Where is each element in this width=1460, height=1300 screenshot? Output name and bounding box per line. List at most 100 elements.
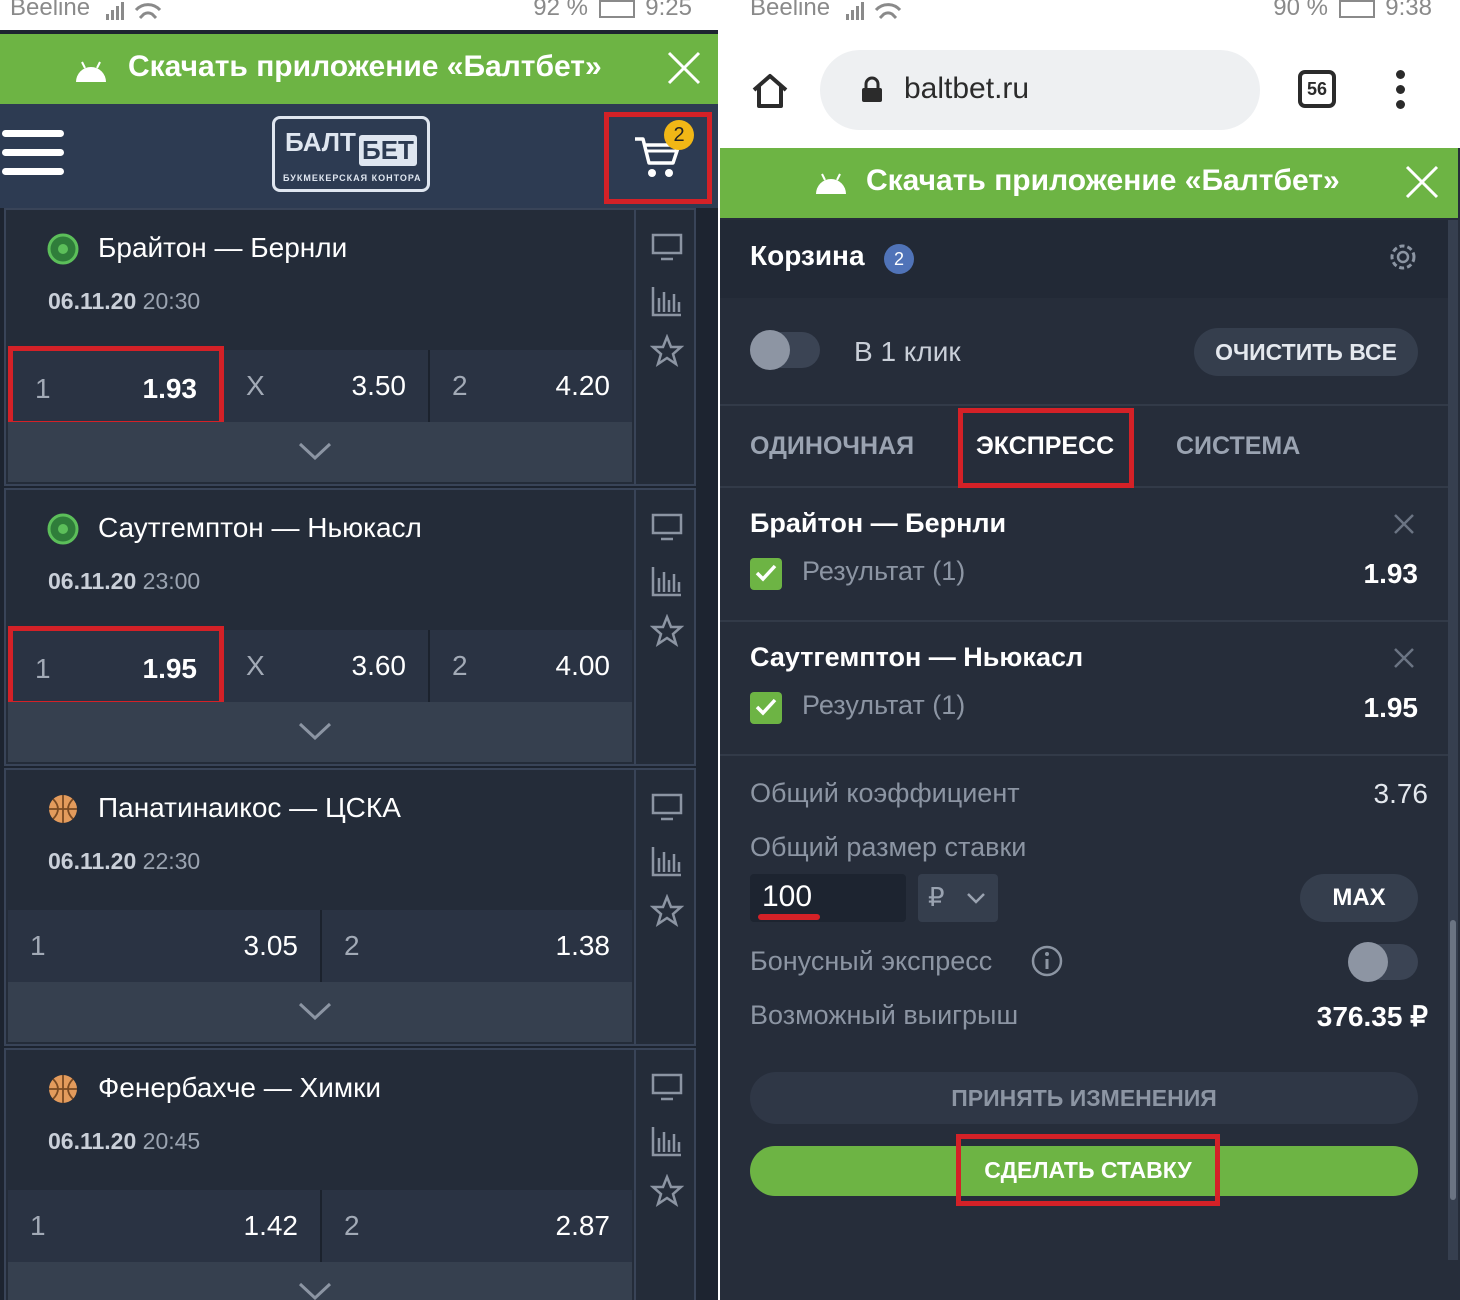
close-icon[interactable] bbox=[1404, 164, 1440, 200]
cart-header: Корзина 2 bbox=[720, 220, 1450, 298]
accept-changes-button[interactable]: ПРИНЯТЬ ИЗМЕНЕНИЯ bbox=[750, 1072, 1418, 1124]
star-icon[interactable] bbox=[650, 614, 684, 648]
tv-icon[interactable] bbox=[650, 230, 684, 264]
stake-label: Общий размер ставки bbox=[750, 832, 1027, 862]
expand-markets-button[interactable] bbox=[8, 982, 632, 1042]
chevron-down-icon bbox=[298, 1002, 332, 1020]
battery-level: 90 % bbox=[1273, 0, 1328, 21]
tab-system[interactable]: СИСТЕМА bbox=[1176, 432, 1300, 461]
download-app-banner[interactable]: Скачать приложение «Балтбет» bbox=[0, 34, 718, 104]
chevron-down-icon bbox=[967, 893, 985, 904]
odd-button-win2[interactable]: 2 4.20 bbox=[428, 350, 632, 422]
match-card[interactable]: Фенербахче — Химки 06.11.20 20:45 1 1.42 … bbox=[4, 1048, 696, 1300]
basketball-icon bbox=[49, 1075, 77, 1103]
bet-checkbox[interactable] bbox=[750, 558, 782, 590]
match-datetime: 06.11.20 20:30 bbox=[48, 288, 201, 314]
carrier-name: Beeline bbox=[750, 0, 831, 21]
expand-markets-button[interactable] bbox=[8, 702, 632, 762]
close-icon[interactable] bbox=[666, 50, 702, 86]
star-icon[interactable] bbox=[650, 1174, 684, 1208]
odd-button-draw[interactable]: X 3.60 bbox=[224, 630, 428, 702]
star-icon[interactable] bbox=[650, 894, 684, 928]
baltbet-logo[interactable]: БАЛТ БЕТ БУКМЕКЕРСКАЯ КОНТОРА bbox=[272, 116, 430, 192]
bet-slip-item: Саутгемптон — Ньюкасл Результат (1) 1.95 bbox=[720, 624, 1450, 756]
odds-row: 1 1.42 2 2.87 bbox=[8, 1190, 632, 1262]
odd-button-win1[interactable]: 1 1.42 bbox=[8, 1190, 320, 1262]
clock: 9:25 bbox=[645, 0, 692, 21]
match-card[interactable]: Брайтон — Бернли 06.11.20 20:30 1 1.93 X3… bbox=[4, 208, 696, 486]
tab-switcher-icon[interactable]: 56 bbox=[1298, 70, 1336, 108]
statistics-icon[interactable] bbox=[650, 1124, 684, 1158]
bet-checkbox[interactable] bbox=[750, 692, 782, 724]
basketball-icon bbox=[49, 795, 77, 823]
max-stake-button[interactable]: MAX bbox=[1300, 874, 1418, 922]
currency-select[interactable]: ₽ bbox=[918, 874, 998, 922]
bet-match: Брайтон — Бернли bbox=[750, 508, 1007, 538]
star-icon[interactable] bbox=[650, 334, 684, 368]
odd-button-win2[interactable]: 2 4.00 bbox=[428, 630, 632, 702]
bet-match: Саутгемптон — Ньюкасл bbox=[750, 642, 1084, 672]
battery-icon bbox=[1338, 0, 1375, 18]
bonus-express-label: Бонусный экспресс bbox=[750, 946, 993, 976]
cart-button[interactable] bbox=[604, 112, 712, 204]
expand-markets-button[interactable] bbox=[8, 1262, 632, 1300]
match-datetime: 06.11.20 23:00 bbox=[48, 568, 201, 594]
odd-button-win1[interactable]: 1 3.05 bbox=[8, 910, 320, 982]
battery-icon bbox=[598, 0, 635, 18]
match-datetime: 06.11.20 22:30 bbox=[48, 848, 201, 874]
cart-count-badge: 2 bbox=[664, 120, 694, 150]
odd-button-win1-selected[interactable]: 1 1.93 bbox=[8, 346, 224, 426]
odd-button-win2[interactable]: 2 1.38 bbox=[320, 910, 632, 982]
match-title[interactable]: Саутгемптон — Ньюкасл bbox=[98, 512, 422, 544]
remove-bet-icon[interactable] bbox=[1392, 646, 1416, 670]
possible-win-label: Возможный выигрыш bbox=[750, 1000, 1019, 1030]
tv-icon[interactable] bbox=[650, 510, 684, 544]
possible-win-value: 376.35 ₽ bbox=[1316, 1001, 1428, 1032]
football-icon bbox=[47, 233, 79, 265]
odds-row: 1 1.93 X 3.50 2 4.20 bbox=[8, 346, 632, 426]
match-actions bbox=[634, 490, 696, 764]
tv-icon[interactable] bbox=[650, 790, 684, 824]
tv-icon[interactable] bbox=[650, 1070, 684, 1104]
statistics-icon[interactable] bbox=[650, 844, 684, 878]
match-title[interactable]: Фенербахче — Химки bbox=[98, 1072, 381, 1104]
download-app-banner[interactable]: Скачать приложение «Балтбет» bbox=[720, 148, 1458, 218]
match-title[interactable]: Брайтон — Бернли bbox=[98, 232, 347, 264]
scrollbar[interactable] bbox=[1448, 220, 1458, 1260]
one-click-label: В 1 клик bbox=[854, 336, 961, 367]
match-card[interactable]: Панатинаикос — ЦСКА 06.11.20 22:30 1 3.05… bbox=[4, 768, 696, 1046]
expand-markets-button[interactable] bbox=[8, 422, 632, 482]
odd-button-draw[interactable]: X 3.50 bbox=[224, 350, 428, 422]
match-card[interactable]: Саутгемптон — Ньюкасл 06.11.20 23:00 1 1.… bbox=[4, 488, 696, 766]
gear-icon[interactable] bbox=[1386, 240, 1420, 274]
odds-row: 1 3.05 2 1.38 bbox=[8, 910, 632, 982]
home-icon[interactable] bbox=[750, 72, 790, 110]
menu-icon[interactable] bbox=[2, 130, 64, 178]
address-bar[interactable]: baltbet.ru bbox=[820, 50, 1260, 130]
bet-odd: 1.95 bbox=[1363, 692, 1419, 723]
stake-input[interactable]: 100 bbox=[750, 874, 906, 922]
tab-single[interactable]: ОДИНОЧНАЯ bbox=[750, 432, 914, 461]
logo-tagline: БУКМЕКЕРСКАЯ КОНТОРА bbox=[283, 173, 422, 183]
odd-button-win2[interactable]: 2 2.87 bbox=[320, 1190, 632, 1262]
info-icon[interactable] bbox=[1030, 944, 1064, 978]
chevron-down-icon bbox=[298, 1282, 332, 1300]
clock: 9:38 bbox=[1385, 0, 1432, 21]
bet-slip-item: Брайтон — Бернли Результат (1) 1.93 bbox=[720, 490, 1450, 622]
clear-all-button[interactable]: ОЧИСТИТЬ ВСЕ bbox=[1194, 328, 1418, 376]
bonus-express-toggle[interactable] bbox=[1348, 942, 1418, 982]
match-actions bbox=[634, 1050, 696, 1300]
chevron-down-icon bbox=[298, 722, 332, 740]
statistics-icon[interactable] bbox=[650, 284, 684, 318]
statistics-icon[interactable] bbox=[650, 564, 684, 598]
one-click-toggle[interactable] bbox=[750, 330, 820, 370]
lock-icon bbox=[862, 76, 882, 102]
odd-button-win1-selected[interactable]: 1 1.95 bbox=[8, 626, 224, 706]
place-bet-label[interactable]: СДЕЛАТЬ СТАВКУ bbox=[956, 1134, 1220, 1206]
logo-word-2: БЕТ bbox=[359, 135, 417, 166]
currency-value: ₽ bbox=[928, 882, 945, 912]
more-menu-icon[interactable] bbox=[1396, 70, 1406, 110]
match-title[interactable]: Панатинаикос — ЦСКА bbox=[98, 792, 401, 824]
bet-market: Результат (1) bbox=[802, 690, 966, 720]
remove-bet-icon[interactable] bbox=[1392, 512, 1416, 536]
